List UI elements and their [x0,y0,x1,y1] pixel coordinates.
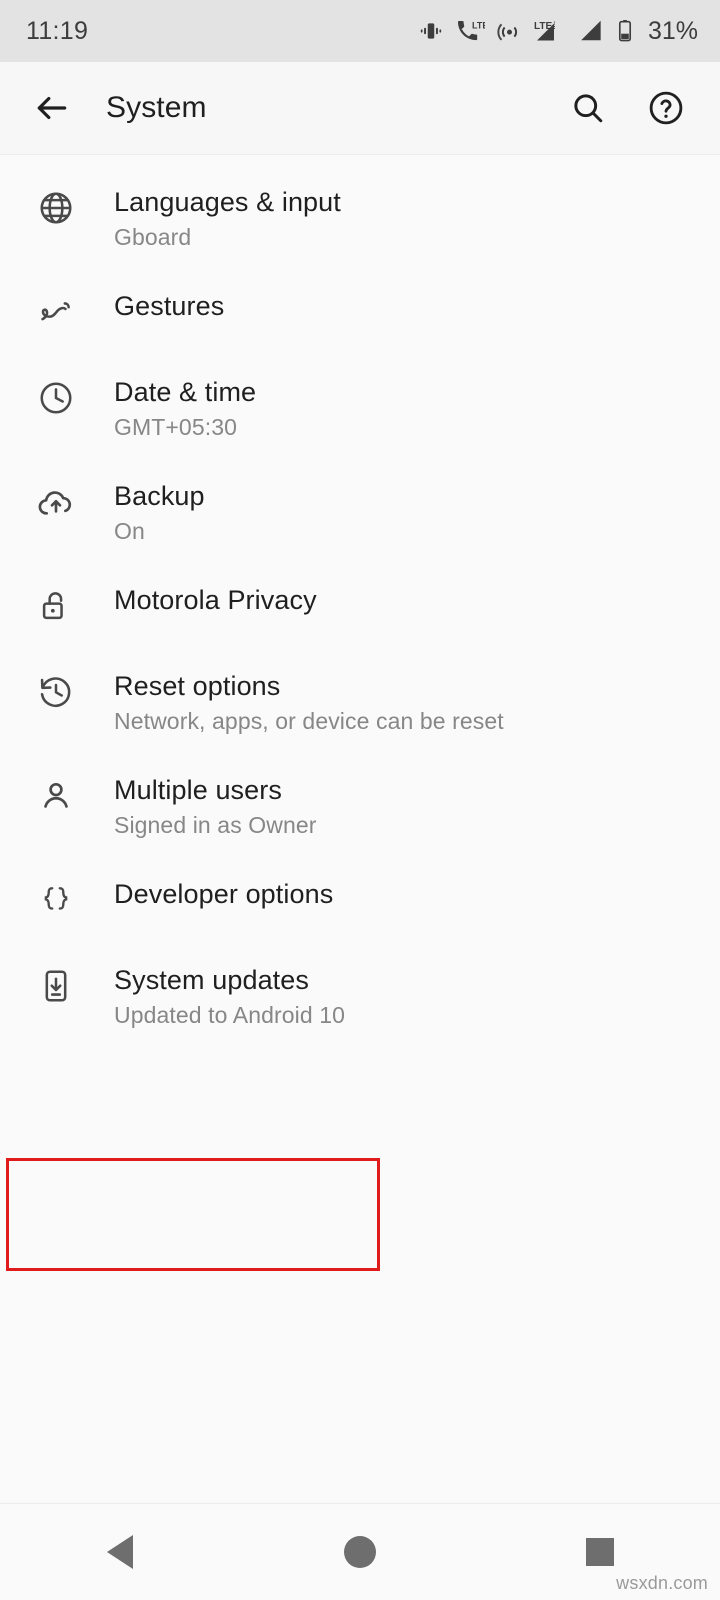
row-subtitle: GMT+05:30 [114,414,237,440]
page-title: System [106,91,207,124]
signal-icon [579,18,605,44]
settings-row-languages-input[interactable]: Languages & input Gboard [0,163,720,267]
row-text: Reset options Network, apps, or device c… [114,669,504,737]
watermark: wsxdn.com [616,1573,708,1593]
row-title: Motorola Privacy [114,585,317,615]
settings-row-developer-options[interactable]: Developer options [0,855,720,941]
call-lte-icon: LTE [455,18,485,44]
arrow-back-icon[interactable] [24,80,80,136]
status-icon-group: LTE LTE ⁞ [418,17,698,46]
settings-list: Languages & input Gboard Gestures Date &… [0,155,720,1503]
search-icon[interactable] [560,80,616,136]
row-text: Motorola Privacy [114,583,317,617]
highlight-box-system-updates [6,1158,380,1271]
phone-update-icon [24,963,88,1005]
cloud-upload-icon [24,479,88,523]
row-title: Developer options [114,879,334,909]
row-text: Gestures [114,289,224,323]
nav-back-icon [107,1535,133,1569]
lte-signal-icon: LTE ⁞ [534,18,568,44]
person-icon [24,773,88,815]
row-title: Gestures [114,291,225,321]
settings-row-motorola-privacy[interactable]: Motorola Privacy [0,561,720,647]
settings-row-backup[interactable]: Backup On [0,457,720,561]
settings-row-date-time[interactable]: Date & time GMT+05:30 [0,353,720,457]
row-text: Multiple users Signed in as Owner [114,773,317,841]
row-text: Date & time GMT+05:30 [114,375,256,443]
nav-home-button[interactable] [300,1504,420,1600]
hotspot-icon [496,18,523,44]
phone-screen: 11:19 LTE [0,0,720,1600]
nav-back-button[interactable] [60,1504,180,1600]
row-subtitle: Updated to Android 10 [114,1002,345,1028]
battery-percent: 31% [647,16,698,45]
app-bar: System [0,62,720,155]
row-title: Languages & input [114,187,341,217]
status-clock: 11:19 [26,16,89,45]
row-title: Backup [114,481,205,511]
nav-home-icon [344,1536,376,1568]
history-reset-icon [24,669,88,711]
gesture-icon [24,289,88,331]
clock-icon [24,375,88,417]
globe-icon [24,185,88,227]
row-text: Developer options [114,877,333,911]
braces-icon [24,877,88,919]
row-title: Reset options [114,671,281,701]
navigation-bar [0,1503,720,1600]
row-title: System updates [114,965,310,995]
row-subtitle: Signed in as Owner [114,812,317,838]
unlock-icon [24,583,88,625]
settings-row-system-updates[interactable]: System updates Updated to Android 10 [0,941,720,1045]
nav-recents-icon [586,1538,614,1566]
row-text: Languages & input Gboard [114,185,341,253]
settings-row-gestures[interactable]: Gestures [0,267,720,353]
row-subtitle: Gboard [114,224,192,250]
row-text: Backup On [114,479,205,547]
row-title: Date & time [114,377,257,407]
row-subtitle: On [114,518,145,544]
vibrate-icon [418,18,444,44]
help-circle-icon[interactable] [638,80,694,136]
row-text: System updates Updated to Android 10 [114,963,345,1031]
settings-row-reset-options[interactable]: Reset options Network, apps, or device c… [0,647,720,751]
status-bar: 11:19 LTE [0,0,720,62]
battery-icon [616,18,634,44]
row-subtitle: Network, apps, or device can be reset [114,708,504,734]
row-title: Multiple users [114,775,282,805]
svg-text:LTE: LTE [472,21,485,31]
settings-row-multiple-users[interactable]: Multiple users Signed in as Owner [0,751,720,855]
